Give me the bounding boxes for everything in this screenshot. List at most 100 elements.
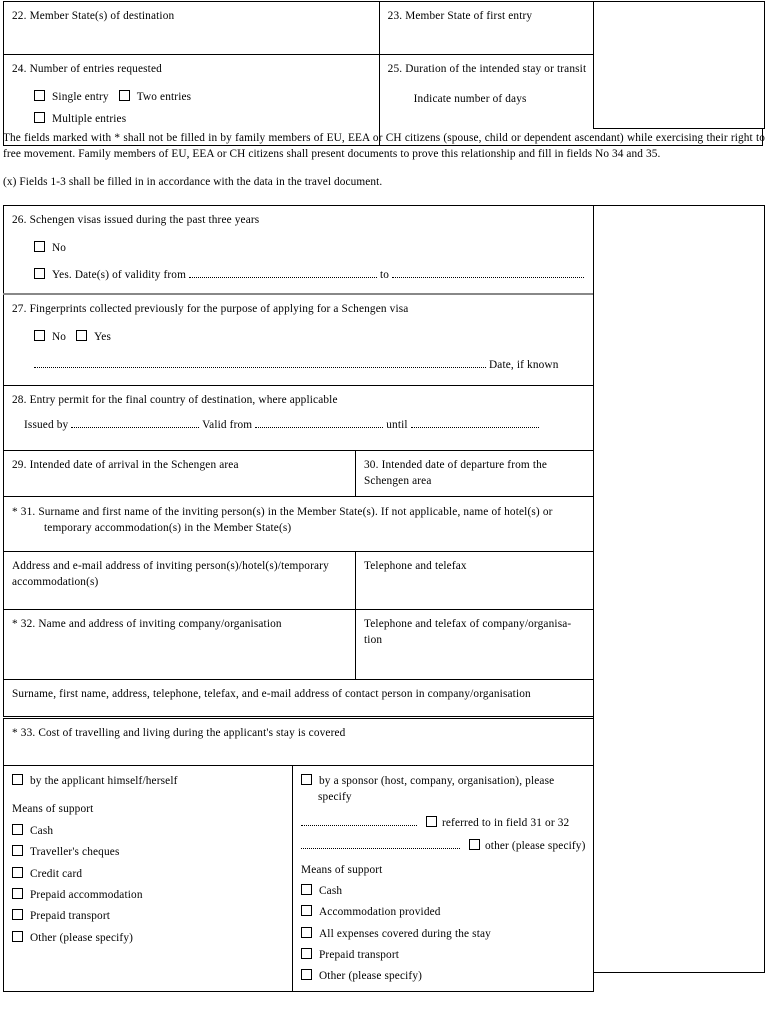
field-23-number: 23. xyxy=(387,10,403,22)
field-24-number: 24. xyxy=(12,63,27,75)
field-28-valid-from-input[interactable] xyxy=(255,419,384,429)
checkbox-fingerprints-no[interactable] xyxy=(34,330,45,342)
option-left-prepaid-accommodation-row: Prepaid accommodation xyxy=(12,887,284,903)
field-26-number: 26. xyxy=(12,214,27,226)
checkbox-sponsor-other[interactable] xyxy=(468,839,480,851)
document-page: 22. Member State(s) of destination 23. M… xyxy=(0,0,768,1017)
left-means-of-support-label: Means of support xyxy=(12,803,94,816)
field-26-title: 26. Schengen visas issued during the pas… xyxy=(12,212,585,228)
field-25-label: Duration of the intended stay or transit xyxy=(405,63,587,75)
field-22-label: Member State(s) of destination xyxy=(29,10,175,22)
contact-person-label: Surname, first name, address, telephone,… xyxy=(12,687,531,700)
option-left-credit-card-label: Credit card xyxy=(30,867,83,880)
table-row: Surname, first name, address, telephone,… xyxy=(3,678,594,717)
field-27-date-hint: Date, if known xyxy=(488,358,559,371)
checkbox-right-all-expenses[interactable] xyxy=(301,926,312,938)
field-24-options-row-1: Single entry Two entries xyxy=(34,89,371,105)
field-30-cell: 30. Intended date of departure from the … xyxy=(355,450,594,497)
field-24-label: Number of entries requested xyxy=(29,63,162,75)
blank-right-column-top xyxy=(593,1,765,129)
inviting-address-cell: Address and e-mail address of inviting p… xyxy=(3,550,356,610)
field-27-option-yes: Yes xyxy=(94,331,111,344)
field-32-telephone-cell: Telephone and telefax of company/organis… xyxy=(355,608,594,680)
field-26-option-yes-mid: to xyxy=(380,268,390,281)
field-27-label: Fingerprints collected previously for th… xyxy=(29,303,409,315)
checkbox-referred-field-31-32[interactable] xyxy=(425,815,437,827)
field-28-title: 28. Entry permit for the final country o… xyxy=(12,392,585,408)
field-24-title: 24. Number of entries requested xyxy=(12,61,371,77)
checkbox-visas-no[interactable] xyxy=(34,241,45,253)
fields-26-32-table: 26. Schengen visas issued during the pas… xyxy=(3,205,594,717)
field-30-label: Intended date of departure from the Sche… xyxy=(364,459,548,488)
option-right-prepaid-transport-label: Prepaid transport xyxy=(319,949,400,961)
field-33-left-column: by the applicant himself/herself Means o… xyxy=(3,765,293,992)
field-26-date-to-input[interactable] xyxy=(392,269,585,278)
field-28-until-input[interactable] xyxy=(410,419,539,429)
checkbox-single-entry[interactable] xyxy=(34,90,45,102)
field-33-table: * 33. Cost of travelling and living duri… xyxy=(2,718,595,992)
checkbox-two-entries[interactable] xyxy=(118,90,130,102)
checkbox-left-travellers-cheques[interactable] xyxy=(12,845,23,857)
field-29-cell: 29. Intended date of arrival in the Sche… xyxy=(3,450,356,497)
blank-right-column-main xyxy=(593,205,765,973)
field-28-issued-by-input[interactable] xyxy=(71,419,200,429)
checkbox-right-cash[interactable] xyxy=(301,883,312,895)
field-31-label-line1: Surname and first name of the inviting p… xyxy=(38,505,540,518)
field-28-issued-by-label: Issued by xyxy=(24,419,69,432)
option-left-prepaid-transport-label: Prepaid transport xyxy=(30,910,111,923)
checkbox-left-credit-card[interactable] xyxy=(12,866,23,878)
checkbox-left-other[interactable] xyxy=(12,930,23,942)
field-32-telephone-label: Telephone and telefax of company/organis… xyxy=(364,617,572,647)
field-31-cell: * 31. Surname and first name of the invi… xyxy=(3,495,594,552)
field-27-number: 27. xyxy=(12,303,27,315)
field-26-cell: 26. Schengen visas issued during the pas… xyxy=(3,205,594,295)
sponsor-specify-input-1[interactable] xyxy=(301,817,417,826)
field-28-label: Entry permit for the final country of de… xyxy=(29,394,338,406)
field-32-number: * 32. xyxy=(12,617,36,630)
field-27-option-no: No xyxy=(52,331,67,344)
checkbox-left-cash[interactable] xyxy=(12,823,23,835)
option-right-cash-row: Cash xyxy=(301,883,585,899)
field-31-number: * 31. xyxy=(12,505,36,518)
option-left-cheques-label: Traveller's cheques xyxy=(30,846,120,859)
field-26-option-yes-prefix: Yes. Date(s) of validity from xyxy=(52,268,187,281)
table-row: Address and e-mail address of inviting p… xyxy=(3,550,594,610)
option-applicant-himself-row: by the applicant himself/herself xyxy=(12,773,284,789)
checkbox-by-sponsor[interactable] xyxy=(301,774,312,785)
field-33-heading-cell: * 33. Cost of travelling and living duri… xyxy=(2,718,595,766)
checkbox-multiple-entries[interactable] xyxy=(34,111,45,123)
inviting-telephone-cell: Telephone and telefax xyxy=(355,550,594,610)
checkbox-left-prepaid-transport[interactable] xyxy=(12,909,23,921)
checkbox-by-applicant[interactable] xyxy=(12,774,23,785)
option-right-other-label: Other (please specify) xyxy=(319,970,423,983)
field-26-option-no: No xyxy=(52,242,67,255)
checkbox-right-accommodation-provided[interactable] xyxy=(301,905,312,917)
checkbox-fingerprints-yes[interactable] xyxy=(76,330,88,342)
field-32-label: Name and address of inviting company/org… xyxy=(38,617,282,630)
option-left-prepaid-accommodation-label: Prepaid accommodation xyxy=(30,888,143,901)
field-27-date-input[interactable] xyxy=(34,359,486,368)
x-note: (x) Fields 1-3 shall be filled in in acc… xyxy=(3,176,383,189)
option-left-cheques-row: Traveller's cheques xyxy=(12,844,284,860)
field-26-date-from-input[interactable] xyxy=(189,269,378,278)
option-applicant-himself-label: by the applicant himself/herself xyxy=(30,775,178,787)
field-31-title: * 31. Surname and first name of the invi… xyxy=(12,504,585,537)
table-row: * 33. Cost of travelling and living duri… xyxy=(2,718,595,766)
asterisk-note: The fields marked with * shall not be fi… xyxy=(3,132,765,161)
field-29-label: Intended date of arrival in the Schengen… xyxy=(29,459,239,471)
checkbox-visas-yes[interactable] xyxy=(34,267,45,279)
contact-person-cell: Surname, first name, address, telephone,… xyxy=(3,678,594,717)
option-sponsor-other-label: other (please specify) xyxy=(484,840,586,853)
checkbox-left-prepaid-accommodation[interactable] xyxy=(12,887,23,899)
field-33-right-column: by a sponsor (host, company, organisatio… xyxy=(291,765,595,992)
table-row: 27. Fingerprints collected previously fo… xyxy=(3,293,594,386)
checkbox-right-other[interactable] xyxy=(301,969,312,981)
sponsor-specify-input-2[interactable] xyxy=(301,840,460,850)
field-29-number: 29. xyxy=(12,459,27,471)
right-means-of-support-label: Means of support xyxy=(301,863,383,876)
field-26-label: Schengen visas issued during the past th… xyxy=(29,214,260,226)
inviting-telephone-label: Telephone and telefax xyxy=(364,559,467,572)
table-row: * 31. Surname and first name of the invi… xyxy=(3,495,594,552)
field-26-option-no-row: No xyxy=(34,240,585,256)
checkbox-right-prepaid-transport[interactable] xyxy=(301,948,312,959)
